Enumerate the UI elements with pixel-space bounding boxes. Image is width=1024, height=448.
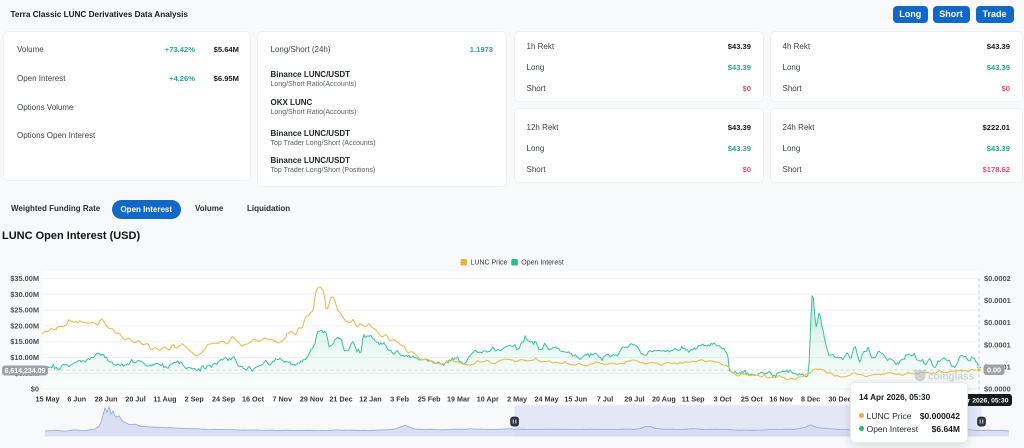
svg-text:12 Jan: 12 Jan — [359, 395, 381, 404]
svg-text:6,614,234.09: 6,614,234.09 — [5, 368, 46, 375]
svg-text:30 Dec: 30 Dec — [828, 395, 851, 404]
svg-text:16 Nov: 16 Nov — [769, 395, 793, 404]
svg-text:$0.0002: $0.0002 — [984, 274, 1011, 283]
svg-text:$35.00M: $35.00M — [10, 274, 39, 283]
svg-text:$30.00M: $30.00M — [10, 290, 39, 299]
svg-text:2 May: 2 May — [507, 395, 527, 404]
svg-text:28 Jun: 28 Jun — [95, 395, 118, 404]
svg-text:20 Aug: 20 Aug — [652, 395, 676, 404]
svg-text:coinglass: coinglass — [928, 372, 975, 383]
svg-text:25 Oct: 25 Oct — [741, 395, 764, 404]
svg-text:29 Jul: 29 Jul — [624, 395, 644, 404]
svg-text:$0.0001: $0.0001 — [984, 318, 1011, 327]
svg-text:11 Sep: 11 Sep — [682, 395, 705, 404]
svg-text:$0.0000: $0.0000 — [984, 385, 1011, 394]
svg-text:LUNC Price: LUNC Price — [471, 260, 508, 267]
svg-text:3 Oct: 3 Oct — [714, 395, 733, 404]
svg-text:7 Jul: 7 Jul — [597, 395, 613, 404]
svg-text:3 Feb: 3 Feb — [390, 395, 409, 404]
svg-text:$25.00M: $25.00M — [10, 306, 39, 315]
svg-text:15 May: 15 May — [36, 395, 60, 404]
svg-text:24 Sep: 24 Sep — [212, 395, 236, 404]
svg-text:16 Oct: 16 Oct — [242, 395, 265, 404]
svg-text:10 Apr: 10 Apr — [477, 395, 499, 404]
svg-text:$20.00M: $20.00M — [10, 321, 39, 330]
svg-text:$15.00M: $15.00M — [10, 337, 39, 346]
svg-text:6 Jun: 6 Jun — [67, 395, 86, 404]
svg-text:$0: $0 — [31, 385, 39, 394]
svg-text:$0.0001: $0.0001 — [984, 340, 1011, 349]
svg-text:2 Sep: 2 Sep — [185, 395, 205, 404]
svg-text:Open Interest: Open Interest — [521, 260, 563, 267]
svg-text:15 Jun: 15 Jun — [564, 395, 587, 404]
svg-text:$10.00M: $10.00M — [10, 353, 39, 362]
svg-text:$0.0001: $0.0001 — [984, 296, 1011, 305]
svg-text:0.00: 0.00 — [987, 365, 1001, 374]
svg-text:29 Nov: 29 Nov — [300, 395, 324, 404]
svg-text:19 Mar: 19 Mar — [447, 395, 470, 404]
svg-text:7 Nov: 7 Nov — [273, 395, 293, 404]
svg-text:25 Feb: 25 Feb — [418, 395, 441, 404]
svg-text:24 May: 24 May — [535, 395, 559, 404]
svg-text:20 Jul: 20 Jul — [125, 395, 145, 404]
svg-text:11 Aug: 11 Aug — [153, 395, 176, 404]
svg-text:8 Dec: 8 Dec — [801, 395, 820, 404]
svg-text:21 Dec: 21 Dec — [329, 395, 352, 404]
